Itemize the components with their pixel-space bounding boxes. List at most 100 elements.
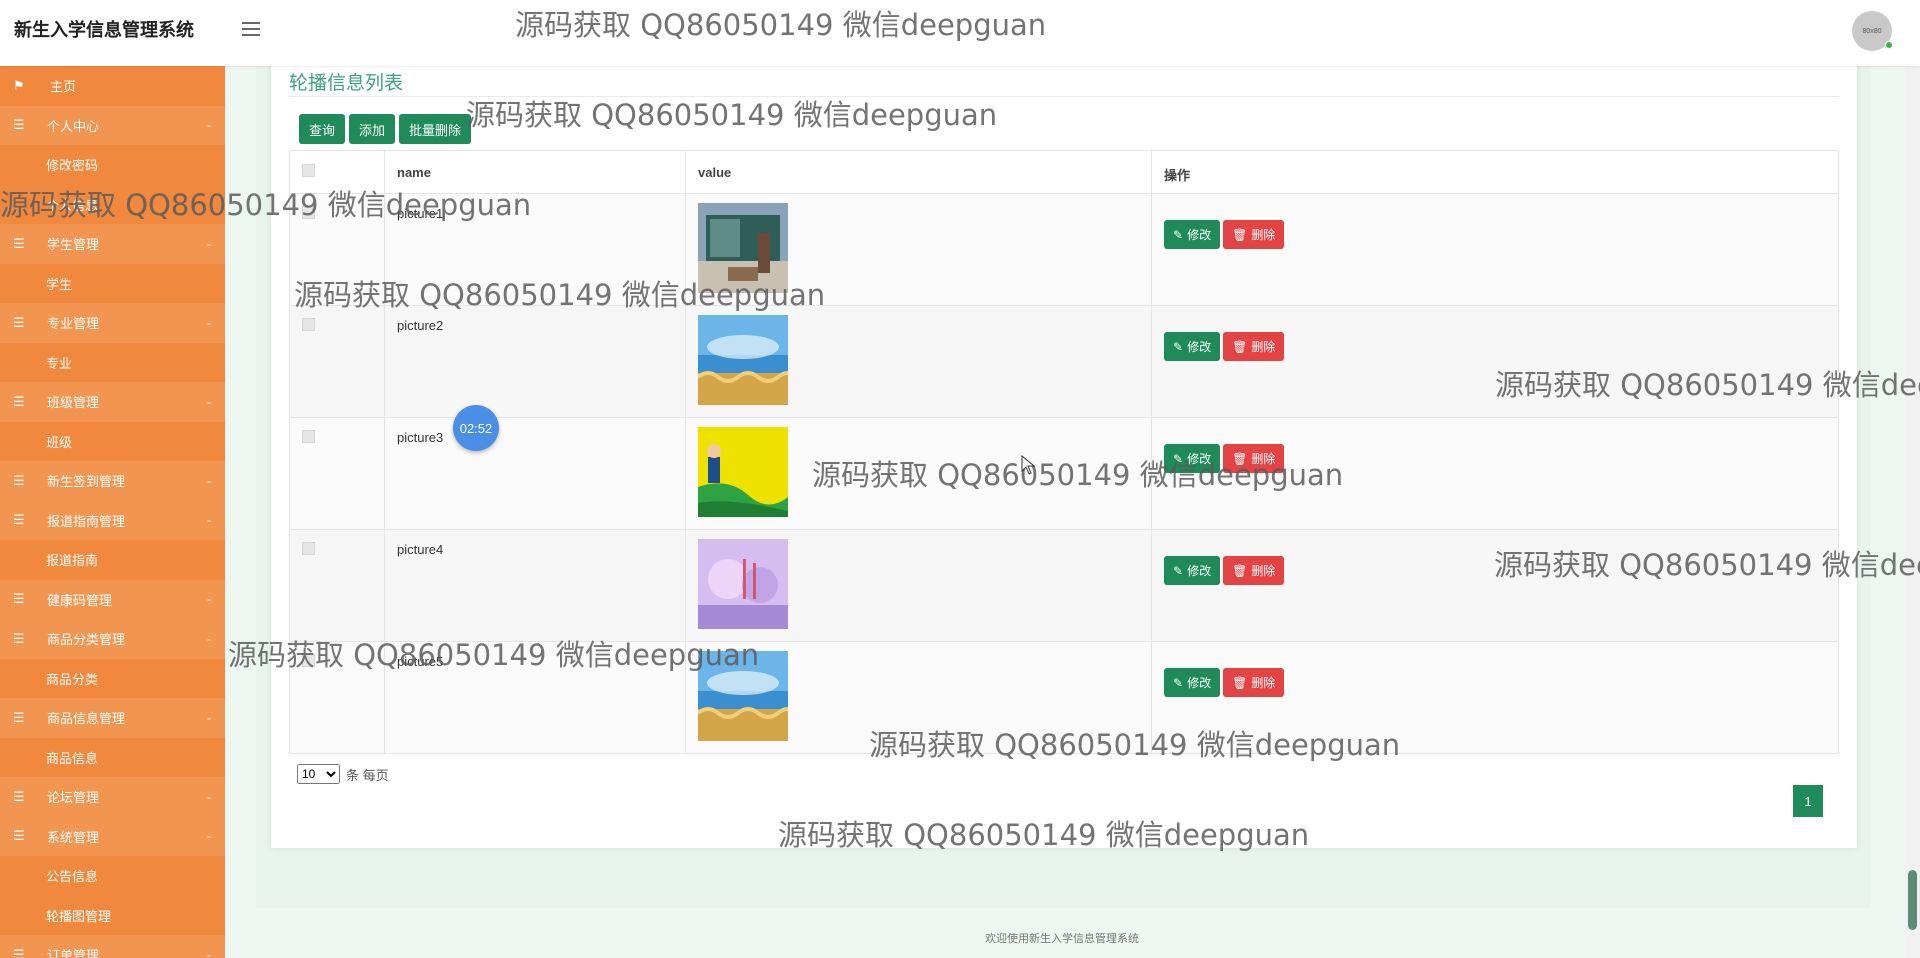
sidebar-item[interactable]: 专业 [0, 342, 225, 382]
collapse-icon[interactable]: - [207, 316, 211, 330]
sidebar-item[interactable]: ☰ 新生签到管理 - [0, 461, 225, 501]
collapse-icon[interactable]: - [207, 474, 211, 488]
thumbnail-image[interactable] [698, 427, 1139, 517]
sidebar-item-label: 商品分类管理 [47, 632, 126, 648]
trash-icon: 🗑 [1232, 675, 1248, 690]
row-checkbox[interactable] [302, 318, 315, 331]
sidebar-item[interactable]: 商品分类 [0, 658, 225, 698]
sidebar-item[interactable]: ☰ 论坛管理 - [0, 777, 225, 817]
sidebar-item-label: 个人信息 [46, 197, 99, 213]
collapse-icon[interactable]: - [207, 790, 211, 804]
edit-button[interactable]: ✎ 修改 [1164, 220, 1221, 249]
collapse-icon[interactable]: - [207, 632, 211, 646]
sidebar-item[interactable]: 公告信息 [0, 856, 225, 896]
sidebar-item-label: 商品信息 [46, 750, 99, 766]
flag-icon: ⚑ [13, 77, 25, 93]
sidebar-item-label: 学生 [46, 276, 73, 292]
sidebar-toggle-icon[interactable] [242, 22, 260, 36]
sidebar-item[interactable]: ☰ 健康码管理 - [0, 579, 225, 619]
vertical-scrollbar[interactable] [1905, 66, 1920, 958]
edit-button[interactable]: ✎ 修改 [1164, 332, 1221, 361]
sidebar-item-label: 订单管理 [47, 948, 100, 958]
actions-cell: ✎ 修改 🗑 删除 [1151, 305, 1839, 418]
sidebar-item-label: 报道指南 [46, 553, 99, 569]
query-button[interactable]: 查询 [299, 114, 346, 144]
row-checkbox[interactable] [302, 206, 315, 219]
sidebar-item[interactable]: ☰ 商品信息管理 - [0, 698, 225, 738]
sidebar-item[interactable]: 学生 [0, 263, 225, 303]
scrollbar-thumb[interactable] [1908, 870, 1917, 930]
toolbar: 查询 添加 批量删除 [299, 114, 472, 144]
sidebar-item[interactable]: ☰ 系统管理 - [0, 816, 225, 856]
delete-button[interactable]: 🗑 删除 [1223, 444, 1285, 473]
sidebar-item[interactable]: 修改密码 [0, 145, 225, 185]
sidebar-item[interactable]: 报道指南 [0, 540, 225, 580]
edit-button[interactable]: ✎ 修改 [1164, 668, 1221, 697]
delete-label: 删除 [1251, 564, 1276, 578]
thumbnail-image[interactable] [698, 651, 1139, 741]
thumbnail-image[interactable] [698, 539, 1139, 629]
sidebar-item[interactable]: ☰ 商品分类管理 - [0, 619, 225, 659]
sidebar-item[interactable]: ☰ 个人中心 - [0, 105, 225, 145]
row-name: picture2 [397, 318, 444, 333]
collapse-icon[interactable]: - [207, 513, 211, 527]
row-select-cell [289, 529, 385, 642]
avatar-placeholder-text: 80x80 [1862, 27, 1882, 35]
delete-button[interactable]: 🗑 删除 [1223, 556, 1285, 585]
delete-button[interactable]: 🗑 删除 [1223, 220, 1285, 249]
value-cell [685, 305, 1152, 418]
sidebar-item[interactable]: ☰ 报道指南管理 - [0, 500, 225, 540]
menu-icon: ☰ [13, 630, 25, 646]
sidebar-item[interactable]: ☰ 专业管理 - [0, 303, 225, 343]
trash-icon: 🗑 [1232, 227, 1248, 242]
value-cell [685, 641, 1152, 754]
sidebar-item[interactable]: ⚑ 主页 [0, 66, 225, 106]
row-checkbox[interactable] [302, 654, 315, 667]
sidebar-item-label: 主页 [50, 79, 77, 95]
sidebar-item[interactable]: 个人信息 [0, 184, 225, 224]
edit-button[interactable]: ✎ 修改 [1164, 444, 1221, 473]
batch-delete-button[interactable]: 批量删除 [399, 114, 472, 144]
row-checkbox[interactable] [302, 542, 315, 555]
pagination-page-1[interactable]: 1 [1793, 785, 1823, 817]
mouse-cursor-icon [1021, 455, 1035, 475]
edit-label: 修改 [1187, 676, 1212, 690]
table-row: picture4 ✎ 修改 🗑 删除 [289, 529, 1839, 642]
delete-button[interactable]: 🗑 删除 [1223, 332, 1285, 361]
menu-icon: ☰ [13, 472, 25, 488]
collapse-icon[interactable]: - [207, 829, 211, 843]
collapse-icon[interactable]: - [207, 711, 211, 725]
edit-button[interactable]: ✎ 修改 [1164, 556, 1221, 585]
select-all-checkbox[interactable] [302, 164, 315, 177]
thumbnail-image[interactable] [698, 315, 1139, 405]
collapse-icon[interactable]: - [207, 948, 211, 958]
sidebar: ⚑ 主页 ☰ 个人中心 - 修改密码个人信息 ☰ 学生管理 - 学生 ☰ 专业管理 - 专业 ☰ 班级管理 - 班… [0, 66, 225, 958]
thumbnail-image[interactable] [698, 203, 1139, 293]
sidebar-item[interactable]: ☰ 学生管理 - [0, 224, 225, 264]
menu-icon: ☰ [13, 709, 25, 725]
edit-label: 修改 [1187, 564, 1212, 578]
page-size-control: 102050100 条 每页 [297, 764, 389, 784]
column-header-actions: 操作 [1151, 150, 1839, 194]
sidebar-item[interactable]: ☰ 订单管理 - [0, 935, 225, 958]
row-name: picture1 [397, 206, 444, 221]
edit-label: 修改 [1187, 228, 1212, 242]
menu-icon: ☰ [13, 512, 25, 528]
sidebar-item[interactable]: 商品信息 [0, 737, 225, 777]
actions-cell: ✎ 修改 🗑 删除 [1151, 417, 1839, 530]
add-button[interactable]: 添加 [349, 114, 396, 144]
sidebar-item[interactable]: ☰ 班级管理 - [0, 382, 225, 422]
page-size-select[interactable]: 102050100 [297, 764, 340, 784]
footer-text: 欢迎使用新生入学信息管理系统 [985, 933, 1139, 945]
delete-button[interactable]: 🗑 删除 [1223, 668, 1285, 697]
collapse-icon[interactable]: - [207, 118, 211, 132]
sidebar-item-label: 商品信息管理 [47, 711, 126, 727]
row-checkbox[interactable] [302, 430, 315, 443]
avatar[interactable]: 80x80 [1852, 11, 1893, 51]
sidebar-item[interactable]: 轮播图管理 [0, 895, 225, 935]
collapse-icon[interactable]: - [207, 395, 211, 409]
collapse-icon[interactable]: - [207, 592, 211, 606]
collapse-icon[interactable]: - [207, 237, 211, 251]
sidebar-item[interactable]: 班级 [0, 421, 225, 461]
trash-icon: 🗑 [1232, 563, 1248, 578]
